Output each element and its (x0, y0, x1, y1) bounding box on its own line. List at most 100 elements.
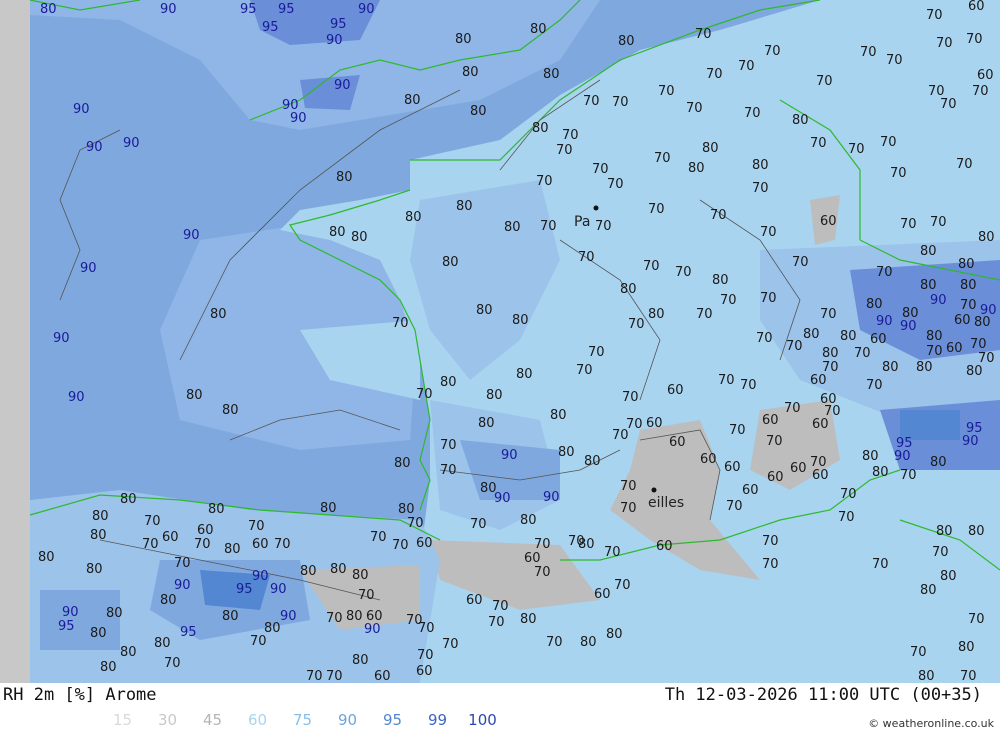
contour-label: 70 (968, 612, 985, 627)
contour-label: 80 (404, 93, 421, 108)
contour-label: 80 (120, 645, 137, 660)
contour-label: 60 (524, 551, 541, 566)
contour-label: 60 (762, 413, 779, 428)
contour-label: 70 (762, 557, 779, 572)
contour-label: 80 (918, 669, 935, 683)
contour-label: 70 (607, 177, 624, 192)
contour-label: 70 (274, 537, 291, 552)
weather-map: Pa eilles 80 90 95 95 90 95 95 90 80 80 … (0, 0, 1000, 683)
contour-label: 95 (180, 625, 197, 640)
contour-label: 90 (494, 491, 511, 506)
contour-label: 80 (86, 562, 103, 577)
contour-label: 80 (520, 612, 537, 627)
contour-label: 70 (972, 84, 989, 99)
contour-label: 80 (558, 445, 575, 460)
contour-label: 70 (926, 8, 943, 23)
contour-label: 60 (594, 587, 611, 602)
contour-label: 70 (729, 423, 746, 438)
contour-label: 70 (536, 174, 553, 189)
contour-label: 80 (958, 257, 975, 272)
contour-label: 80 (606, 627, 623, 642)
contour-label: 80 (352, 568, 369, 583)
contour-label: 70 (417, 648, 434, 663)
contour-label: 70 (926, 344, 943, 359)
contour-label: 70 (578, 250, 595, 265)
contour-label: 80 (968, 524, 985, 539)
contour-label: 90 (290, 111, 307, 126)
contour-label: 60 (870, 332, 887, 347)
contour-label: 80 (100, 660, 117, 675)
legend-item: 100 (468, 711, 497, 729)
contour-label: 80 (38, 550, 55, 565)
contour-label: 70 (648, 202, 665, 217)
contour-label: 90 (73, 102, 90, 117)
contour-label: 90 (334, 78, 351, 93)
contour-label: 80 (936, 524, 953, 539)
contour-label: 60 (742, 483, 759, 498)
contour-label: 80 (462, 65, 479, 80)
contour-label: 90 (68, 390, 85, 405)
legend-item: 60 (247, 711, 268, 729)
contour-label: 60 (197, 523, 214, 538)
contour-label: 60 (416, 664, 433, 679)
contour-label: 70 (392, 316, 409, 331)
contour-label: 80 (792, 113, 809, 128)
contour-label: 80 (394, 456, 411, 471)
contour-label: 60 (700, 452, 717, 467)
contour-label: 70 (900, 468, 917, 483)
contour-label: 70 (620, 479, 637, 494)
contour-label: 70 (470, 517, 487, 532)
contour-label: 80 (351, 230, 368, 245)
contour-label: 80 (222, 609, 239, 624)
contour-label: 70 (840, 487, 857, 502)
contour-label: 70 (562, 128, 579, 143)
contour-label: 90 (876, 314, 893, 329)
contour-label: 80 (398, 502, 415, 517)
contour-label: 70 (686, 101, 703, 116)
contour-label: 80 (620, 282, 637, 297)
contour-label: 70 (695, 27, 712, 42)
contour-label: 90 (930, 293, 947, 308)
contour-label: 80 (456, 199, 473, 214)
contour-label: 90 (501, 448, 518, 463)
contour-label: 70 (886, 53, 903, 68)
contour-label: 80 (405, 210, 422, 225)
contour-label: 80 (926, 329, 943, 344)
legend-item: 45 (202, 711, 223, 729)
contour-label: 70 (174, 556, 191, 571)
paris-marker (593, 205, 599, 211)
contour-label: 70 (604, 545, 621, 560)
contour-label: 70 (612, 428, 629, 443)
contour-label: 80 (222, 403, 239, 418)
contour-label: 80 (442, 255, 459, 270)
contour-label: 70 (696, 307, 713, 322)
contour-label: 70 (930, 215, 947, 230)
contour-label: 80 (329, 225, 346, 240)
contour-label: 80 (702, 141, 719, 156)
contour-label: 70 (556, 143, 573, 158)
contour-label: 90 (160, 2, 177, 17)
contour-label: 60 (667, 383, 684, 398)
credit-link[interactable]: © weatheronline.co.uk (868, 717, 994, 730)
contour-label: 70 (440, 438, 457, 453)
contour-label: 80 (543, 67, 560, 82)
contour-label: 70 (326, 669, 343, 683)
contour-label: 90 (80, 261, 97, 276)
contour-label: 80 (455, 32, 472, 47)
contour-label: 70 (643, 259, 660, 274)
contour-label: 80 (580, 635, 597, 650)
contour-label: 80 (530, 22, 547, 37)
contour-label: 70 (418, 621, 435, 636)
contour-label: 80 (966, 364, 983, 379)
contour-label: 70 (416, 387, 433, 402)
contour-label: 60 (977, 68, 994, 83)
contour-label: 60 (162, 530, 179, 545)
contour-label: 70 (872, 557, 889, 572)
contour-label: 70 (614, 578, 631, 593)
contour-label: 80 (336, 170, 353, 185)
contour-label: 80 (618, 34, 635, 49)
contour-label: 70 (960, 298, 977, 313)
contour-label: 70 (358, 588, 375, 603)
contour-label: 60 (252, 537, 269, 552)
contour-label: 80 (516, 367, 533, 382)
